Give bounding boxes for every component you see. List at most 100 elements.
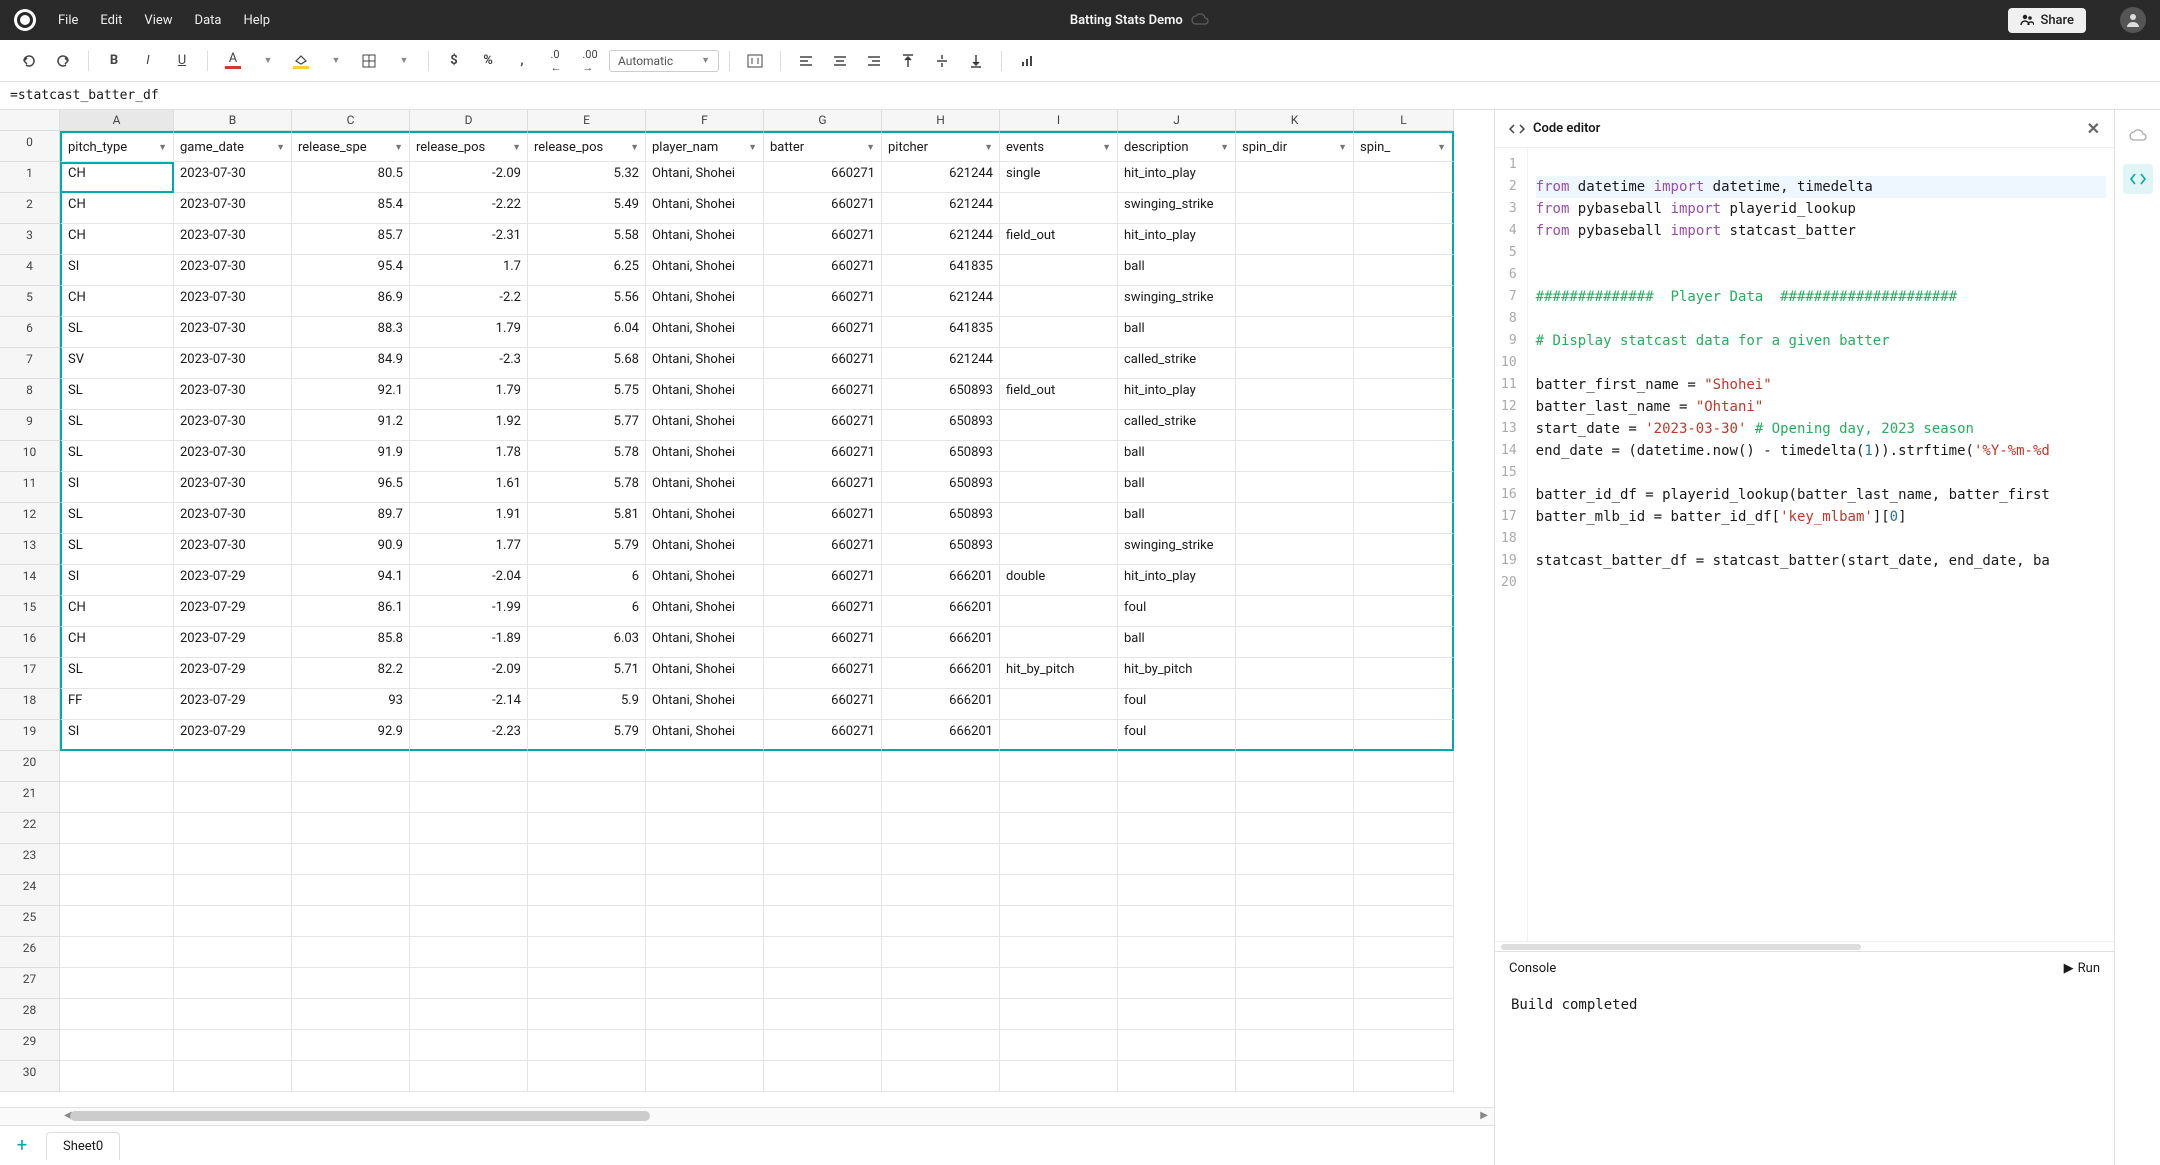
scrollbar-thumb[interactable] [70, 1111, 650, 1121]
grid-cell[interactable] [174, 751, 292, 782]
dataframe-column-header[interactable]: pitcher▼ [882, 131, 1000, 162]
column-header[interactable]: F [646, 110, 764, 131]
grid-cell[interactable]: SI [60, 255, 174, 286]
decrease-decimal-button[interactable]: .0← [541, 46, 571, 76]
grid-cell[interactable] [60, 1030, 174, 1061]
app-logo-icon[interactable] [14, 9, 36, 31]
horizontal-scrollbar[interactable]: ◀ ▶ [0, 1107, 1494, 1125]
grid-cell[interactable] [1236, 782, 1354, 813]
grid-cell[interactable]: ball [1118, 441, 1236, 472]
grid-cell[interactable]: field_out [1000, 224, 1118, 255]
grid-cell[interactable] [882, 937, 1000, 968]
grid-cell[interactable] [292, 782, 410, 813]
grid-cell[interactable] [1000, 255, 1118, 286]
grid-cell[interactable] [764, 1030, 882, 1061]
grid-cell[interactable]: 5.68 [528, 348, 646, 379]
row-header[interactable]: 29 [0, 1030, 60, 1061]
grid-cell[interactable]: 650893 [882, 410, 1000, 441]
row-header[interactable]: 25 [0, 906, 60, 937]
grid-cell[interactable]: 86.9 [292, 286, 410, 317]
grid-cell[interactable] [1000, 782, 1118, 813]
grid-cell[interactable]: 660271 [764, 627, 882, 658]
row-header[interactable]: 27 [0, 968, 60, 999]
grid-cell[interactable]: ball [1118, 317, 1236, 348]
grid-cell[interactable]: 666201 [882, 720, 1000, 751]
filter-dropdown-icon[interactable]: ▼ [1338, 142, 1347, 153]
comma-button[interactable]: , [507, 46, 537, 76]
dataframe-column-header[interactable]: spin_dir▼ [1236, 131, 1354, 162]
grid-cell[interactable] [1000, 813, 1118, 844]
grid-cell[interactable]: 2023-07-29 [174, 565, 292, 596]
grid-cell[interactable] [764, 844, 882, 875]
filter-dropdown-icon[interactable]: ▼ [1220, 142, 1229, 153]
row-header[interactable]: 12 [0, 503, 60, 534]
row-header[interactable]: 26 [0, 937, 60, 968]
grid-cell[interactable] [1000, 906, 1118, 937]
grid-cell[interactable]: SI [60, 565, 174, 596]
grid-cell[interactable]: 92.1 [292, 379, 410, 410]
grid-cell[interactable] [292, 1030, 410, 1061]
grid-cell[interactable] [410, 1061, 528, 1092]
grid-cell[interactable] [174, 1030, 292, 1061]
grid-cell[interactable] [646, 751, 764, 782]
grid-cell[interactable] [1236, 162, 1354, 193]
grid-cell[interactable]: 1.77 [410, 534, 528, 565]
grid-cell[interactable] [1118, 937, 1236, 968]
grid-cell[interactable]: 621244 [882, 286, 1000, 317]
grid-cell[interactable] [528, 782, 646, 813]
grid-cell[interactable]: swinging_strike [1118, 193, 1236, 224]
row-header[interactable]: 3 [0, 224, 60, 255]
grid-cell[interactable] [1236, 844, 1354, 875]
grid-cell[interactable]: 621244 [882, 162, 1000, 193]
grid-cell[interactable]: Ohtani, Shohei [646, 720, 764, 751]
insert-chart-button[interactable] [1012, 46, 1042, 76]
grid-cell[interactable]: 85.4 [292, 193, 410, 224]
grid-cell[interactable] [1236, 999, 1354, 1030]
share-button[interactable]: Share [2008, 8, 2086, 33]
grid-cell[interactable]: foul [1118, 720, 1236, 751]
grid-cell[interactable]: SI [60, 472, 174, 503]
grid-cell[interactable] [646, 1061, 764, 1092]
column-header[interactable]: H [882, 110, 1000, 131]
percent-button[interactable]: % [473, 46, 503, 76]
grid-cell[interactable] [646, 906, 764, 937]
filter-dropdown-icon[interactable]: ▼ [1437, 142, 1446, 153]
grid-cell[interactable]: 2023-07-29 [174, 658, 292, 689]
grid-cell[interactable]: 5.79 [528, 720, 646, 751]
grid-cell[interactable]: 5.58 [528, 224, 646, 255]
grid-cell[interactable] [60, 875, 174, 906]
grid-cell[interactable] [410, 813, 528, 844]
grid-cell[interactable]: 660271 [764, 286, 882, 317]
row-header[interactable]: 20 [0, 751, 60, 782]
grid-cell[interactable] [1236, 658, 1354, 689]
grid-corner[interactable] [0, 110, 60, 131]
grid-cell[interactable] [764, 751, 882, 782]
grid-cell[interactable]: 660271 [764, 720, 882, 751]
grid-cell[interactable] [1236, 441, 1354, 472]
scroll-right-arrow[interactable]: ▶ [1480, 1110, 1488, 1121]
grid-cell[interactable]: 650893 [882, 441, 1000, 472]
filter-dropdown-icon[interactable]: ▼ [276, 142, 285, 153]
grid-cell[interactable]: -2.23 [410, 720, 528, 751]
grid-cell[interactable] [292, 751, 410, 782]
grid-cell[interactable] [1354, 162, 1454, 193]
row-header[interactable]: 16 [0, 627, 60, 658]
grid-cell[interactable] [1354, 720, 1454, 751]
grid-cell[interactable]: 660271 [764, 348, 882, 379]
grid-cell[interactable] [528, 844, 646, 875]
grid-cell[interactable]: 85.8 [292, 627, 410, 658]
grid-cell[interactable]: 88.3 [292, 317, 410, 348]
align-top-button[interactable] [893, 46, 923, 76]
grid-cell[interactable]: Ohtani, Shohei [646, 255, 764, 286]
grid-cell[interactable]: 660271 [764, 565, 882, 596]
grid-cell[interactable] [1236, 224, 1354, 255]
grid-cell[interactable]: 2023-07-29 [174, 689, 292, 720]
merge-cells-button[interactable] [740, 46, 770, 76]
grid-cell[interactable] [764, 782, 882, 813]
grid-cell[interactable]: single [1000, 162, 1118, 193]
grid-cell[interactable] [882, 999, 1000, 1030]
currency-button[interactable]: $ [439, 46, 469, 76]
grid-cell[interactable]: 2023-07-30 [174, 286, 292, 317]
row-header[interactable]: 21 [0, 782, 60, 813]
grid-cell[interactable] [882, 751, 1000, 782]
